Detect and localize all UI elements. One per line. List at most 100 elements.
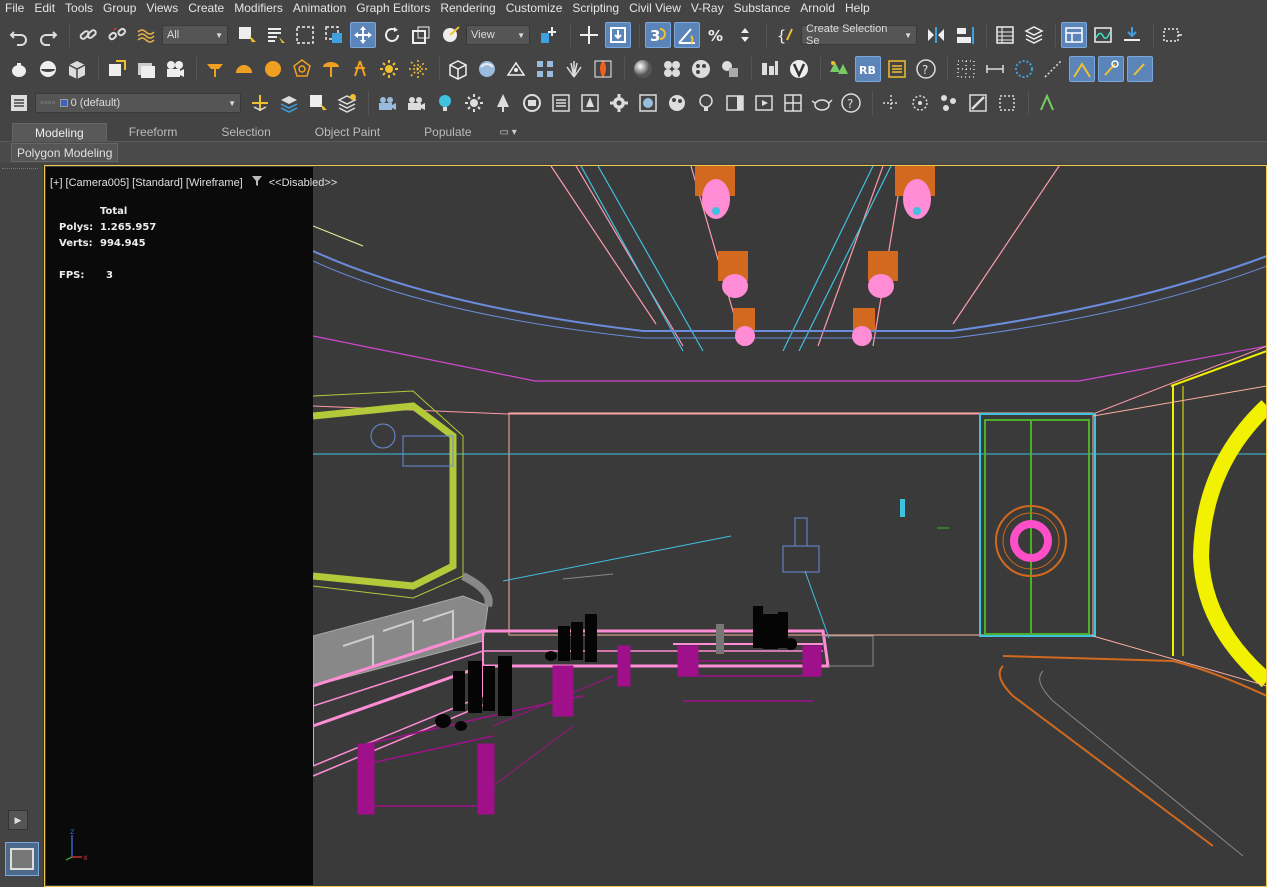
viewport-camera-label[interactable]: [Camera005] [66, 177, 130, 189]
vray-light-icon[interactable] [202, 56, 228, 82]
select-and-place-icon[interactable] [437, 22, 463, 48]
unlink-icon[interactable] [104, 22, 130, 48]
snap-pivot-icon[interactable] [1098, 56, 1124, 82]
menu-arnold[interactable]: Arnold [795, 0, 840, 16]
render-camera-icon[interactable] [374, 90, 400, 116]
forest-icon[interactable] [826, 56, 852, 82]
material-palette-icon[interactable] [688, 56, 714, 82]
polygon-modeling-button[interactable]: Polygon Modeling [11, 143, 119, 162]
railclone-icon[interactable]: RB [855, 56, 881, 82]
menu-file[interactable]: File [0, 0, 29, 16]
vray-ambient-light-icon[interactable] [318, 56, 344, 82]
selection-filter-dropdown[interactable]: All ▼ [162, 25, 228, 45]
vray-plane-icon[interactable] [503, 56, 529, 82]
viewport-layout-button[interactable] [5, 842, 39, 876]
teapot-outline-icon[interactable] [809, 90, 835, 116]
menu-rendering[interactable]: Rendering [435, 0, 500, 16]
box-icon[interactable] [64, 56, 90, 82]
menu-help[interactable]: Help [840, 0, 875, 16]
expand-panel-button[interactable]: ▶ [8, 810, 28, 830]
bulb-outline-icon[interactable] [693, 90, 719, 116]
tab-populate[interactable]: Populate [402, 123, 493, 142]
vray-grass-icon[interactable] [561, 56, 587, 82]
spinner-snap-icon[interactable] [732, 22, 758, 48]
use-pivot-center-icon[interactable] [536, 22, 562, 48]
toggle-ribbon-icon[interactable] [1061, 22, 1087, 48]
layer-dropdown[interactable]: ◦◦◦◦ 0 (default) ▼ [35, 93, 241, 113]
edit-named-selection-icon[interactable]: { [772, 22, 798, 48]
menu-v-ray[interactable]: V-Ray [686, 0, 729, 16]
angle-snap-icon[interactable] [674, 22, 700, 48]
dotted-transform-icon[interactable] [878, 90, 904, 116]
menu-substance[interactable]: Substance [729, 0, 796, 16]
dotted-circle-icon[interactable] [907, 90, 933, 116]
vray-logo-icon[interactable] [786, 56, 812, 82]
render-preview-icon[interactable] [751, 90, 777, 116]
menu-customize[interactable]: Customize [501, 0, 568, 16]
select-and-move-icon[interactable] [350, 22, 376, 48]
environment-icon[interactable] [635, 90, 661, 116]
menu-animation[interactable]: Animation [288, 0, 351, 16]
select-by-name-icon[interactable] [263, 22, 289, 48]
viewport-status-label[interactable]: <<Disabled>> [269, 177, 338, 189]
multi-material-icon[interactable] [659, 56, 685, 82]
material-sphere-icon[interactable] [630, 56, 656, 82]
drag-grip[interactable] [2, 168, 38, 170]
scene-wireframe[interactable] [313, 166, 1267, 886]
keyboard-shortcut-override-icon[interactable] [605, 22, 631, 48]
vray-ies-light-icon[interactable] [289, 56, 315, 82]
scatter-icon[interactable] [936, 90, 962, 116]
vray-proxy-icon[interactable] [445, 56, 471, 82]
curve-editor-icon[interactable] [1090, 22, 1116, 48]
menu-edit[interactable]: Edit [29, 0, 60, 16]
menu-graph-editors[interactable]: Graph Editors [351, 0, 435, 16]
refresh-camera-icon[interactable] [519, 90, 545, 116]
menu-modifiers[interactable]: Modifiers [229, 0, 288, 16]
sphere-half-icon[interactable] [35, 56, 61, 82]
menu-views[interactable]: Views [141, 0, 183, 16]
gear-icon[interactable] [606, 90, 632, 116]
tab-selection[interactable]: Selection [199, 123, 292, 142]
help-icon[interactable]: ? [913, 56, 939, 82]
vray-dome-light-icon[interactable] [231, 56, 257, 82]
render-production-icon[interactable] [162, 56, 188, 82]
window-crossing-icon[interactable] [321, 22, 347, 48]
bind-space-warp-icon[interactable] [133, 22, 159, 48]
set-current-layer-icon[interactable] [334, 90, 360, 116]
percent-snap-icon[interactable]: % [703, 22, 729, 48]
material-ball-icon[interactable] [664, 90, 690, 116]
scene-explorer-icon[interactable] [992, 22, 1018, 48]
vray-fur-icon[interactable] [474, 56, 500, 82]
material-converter-icon[interactable] [717, 56, 743, 82]
vray-sun-icon[interactable] [347, 56, 373, 82]
create-layer-icon[interactable] [247, 90, 273, 116]
tab-modeling[interactable]: Modeling [12, 123, 107, 142]
question-icon[interactable]: ? [838, 90, 864, 116]
paint-brush-icon[interactable] [965, 90, 991, 116]
pine-tree-icon[interactable] [577, 90, 603, 116]
vray-volume-icon[interactable] [590, 56, 616, 82]
viewport-menu-plus[interactable]: [+] [50, 177, 63, 189]
tree-icon[interactable] [490, 90, 516, 116]
select-and-scale-icon[interactable] [408, 22, 434, 48]
sky-icon[interactable] [405, 56, 431, 82]
link-icon[interactable] [75, 22, 101, 48]
layers-icon[interactable] [6, 90, 32, 116]
circle-dots-icon[interactable] [1011, 56, 1037, 82]
dotted-grid-icon[interactable] [994, 90, 1020, 116]
snap-endpoint-icon[interactable] [1069, 56, 1095, 82]
menu-create[interactable]: Create [183, 0, 229, 16]
viewport-shading-label[interactable]: [Wireframe] [186, 177, 243, 189]
menu-civil-view[interactable]: Civil View [624, 0, 686, 16]
tab-object-paint[interactable]: Object Paint [293, 123, 402, 142]
grid-dots-icon[interactable] [953, 56, 979, 82]
list-panel-icon[interactable] [884, 56, 910, 82]
list-view-icon[interactable] [548, 90, 574, 116]
schematic-view-icon[interactable] [1119, 22, 1145, 48]
snap-vertex-icon[interactable] [1127, 56, 1153, 82]
menu-tools[interactable]: Tools [60, 0, 98, 16]
light-bulb-icon[interactable] [432, 90, 458, 116]
teapot-icon[interactable] [6, 56, 32, 82]
sun-icon[interactable] [376, 56, 402, 82]
filter-icon[interactable] [251, 175, 263, 190]
